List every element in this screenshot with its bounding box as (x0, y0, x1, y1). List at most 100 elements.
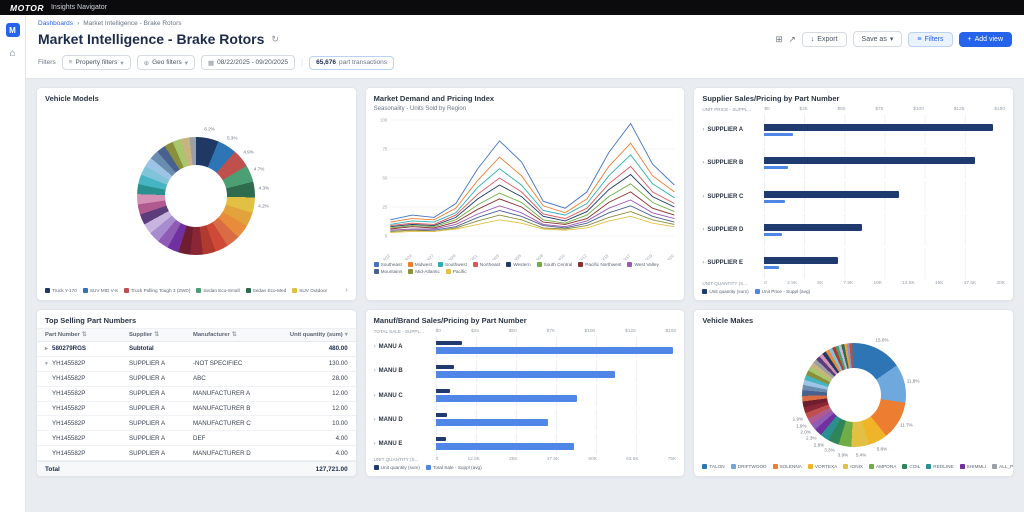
legend-item[interactable]: Truck Y-170 (45, 288, 77, 293)
export-button[interactable]: ↓ Export (801, 31, 847, 47)
legend-item[interactable]: REDLINE (926, 464, 954, 469)
vehicle-models-donut-area[interactable]: 6.2% 5.3% 4.9% 4.7% 4.3% 4.2% (37, 106, 356, 285)
bar-category-label[interactable]: › SUPPLIER B (702, 160, 764, 166)
geo-filters-dropdown[interactable]: ⊕ Geo filters ▾ (136, 55, 196, 70)
chevron-right-icon[interactable]: › (374, 344, 376, 350)
bar-quantity[interactable] (764, 223, 862, 231)
line-series-southeast[interactable] (389, 122, 675, 221)
chevron-right-icon[interactable]: › (374, 368, 376, 374)
bar-quantity[interactable] (435, 389, 450, 393)
bar-row[interactable]: › SUPPLIER E (694, 247, 1013, 280)
legend-item[interactable]: Unit quantity (sum) (373, 465, 420, 470)
bar-quantity[interactable] (764, 190, 900, 198)
bar-quantity[interactable] (435, 437, 446, 442)
table-row[interactable]: ▾ YH145582P SUPPLIER A -NOT SPECIFIEC 130.00 (37, 357, 356, 372)
bar-category-label[interactable]: › MANU C (374, 393, 436, 399)
bar-value[interactable] (435, 346, 674, 354)
legend-item[interactable]: SUV MID V-8 (82, 288, 118, 293)
legend-item[interactable]: ALL_P... (992, 464, 1013, 469)
legend-item[interactable]: Western (506, 262, 531, 267)
table-row[interactable]: ▸ 580279RGS Subtotal 480.00 (37, 342, 356, 357)
app-logo[interactable]: M (5, 23, 20, 37)
bar-quantity[interactable] (435, 340, 462, 345)
bar-value[interactable] (435, 395, 577, 402)
legend-item[interactable]: Pacific (445, 269, 467, 274)
market-demand-line-chart[interactable]: 0 25 50 75 100 08/22 08/24 08/27 08/29 09/01 09/03… (366, 114, 685, 260)
bar-category-label[interactable]: › SUPPLIER C (702, 194, 764, 200)
legend-item[interactable]: South Central (536, 262, 572, 267)
bar-row[interactable]: › MANU E (366, 432, 685, 456)
legend-item[interactable]: Pacific Northwest (578, 262, 621, 267)
legend-item[interactable]: TALON (702, 464, 725, 469)
legend-item[interactable]: Truck Pulling Tough 3 (2WD) (123, 288, 190, 293)
legend-item[interactable]: Southwest (437, 262, 467, 267)
table-row[interactable]: YH145582P SUPPLIER A MANUFACTURER B 12.00 (37, 402, 356, 417)
bar-category-label[interactable]: › SUPPLIER D (702, 227, 764, 233)
bar-row[interactable]: › MANU C (366, 383, 685, 407)
chevron-right-icon[interactable]: › (702, 227, 704, 233)
fullscreen-icon[interactable]: ↗ (789, 34, 796, 45)
bar-category-label[interactable]: › SUPPLIER A (702, 127, 764, 133)
refresh-icon[interactable]: ↻ (271, 34, 279, 45)
property-filters-dropdown[interactable]: ≡ Property filters ▾ (61, 55, 131, 70)
legend-item[interactable]: COIL (902, 464, 920, 469)
donut-chart[interactable]: 15.0% 11.8% 11.7% 5.8% 5.4% 3.9% 3.3% 2.8% 2.3% 2… (793, 338, 920, 458)
motor-logo[interactable]: MOTOR (10, 3, 44, 13)
legend-item[interactable]: IONIX (843, 464, 863, 469)
bar-row[interactable]: › MANU A (366, 335, 685, 359)
bar-quantity[interactable] (764, 257, 838, 265)
bar-value[interactable] (435, 419, 548, 427)
column-header[interactable]: Manufacturer ⇅ (185, 329, 277, 341)
bar-value[interactable] (435, 370, 616, 378)
legend-item[interactable]: SHIMMLI (959, 464, 986, 469)
chevron-right-icon[interactable]: › (702, 260, 704, 266)
legend-item[interactable]: SOLENNA (772, 464, 802, 469)
bar-quantity[interactable] (435, 413, 448, 418)
table-row[interactable]: YH145582P SUPPLIER A MANUFACTURER A 12.00 (37, 387, 356, 402)
legend-item[interactable]: Unit quantity (sum) (702, 289, 749, 294)
table-row[interactable]: YH145582P SUPPLIER A DEF 4.00 (37, 431, 356, 447)
bar-quantity[interactable] (764, 157, 975, 165)
bar-value[interactable] (764, 166, 789, 170)
bar-value[interactable] (435, 443, 574, 451)
table-row[interactable]: YH145582P SUPPLIER A ABC 28.00 (37, 372, 356, 387)
legend-item[interactable]: Midwest (407, 262, 432, 267)
table-row[interactable]: YH145582P SUPPLIER A MANUFACTURER D 4.00 (37, 446, 356, 461)
chevron-right-icon[interactable]: › (702, 194, 704, 200)
bar-category-label[interactable]: › MANU D (374, 417, 436, 423)
bar-row[interactable]: › SUPPLIER A (694, 113, 1013, 146)
legend-item[interactable]: Sedan Eco-Med (245, 288, 286, 293)
legend-item[interactable]: DRIFTWOOD (730, 464, 767, 469)
legend-item[interactable]: West Valley (627, 262, 659, 267)
line-series-midwest[interactable] (389, 142, 675, 223)
bar-category-label[interactable]: › MANU B (374, 368, 436, 374)
sort-icon[interactable]: ⇅ (82, 332, 87, 338)
donut-chart[interactable]: 6.2% 5.3% 4.9% 4.7% 4.3% 4.2% (137, 126, 269, 255)
column-header[interactable]: Unit quantity (sum) ▾ (277, 329, 356, 341)
column-header[interactable]: Part Number ⇅ (37, 329, 121, 341)
bar-category-label[interactable]: › SUPPLIER E (702, 260, 764, 266)
legend-item[interactable]: AMPORA (869, 464, 896, 469)
legend-item[interactable]: VORTEXA (807, 464, 837, 469)
bar-category-label[interactable]: › MANU A (374, 344, 436, 350)
bar-value[interactable] (764, 266, 779, 270)
chevron-right-icon[interactable]: › (702, 127, 704, 133)
bar-quantity[interactable] (435, 364, 454, 369)
bar-row[interactable]: › MANU D (366, 408, 685, 432)
date-range-picker[interactable]: ▦ 08/22/2025 - 09/20/2025 (201, 55, 296, 70)
legend-item[interactable]: Total Sale - Suppl (avg) (426, 465, 482, 470)
chevron-right-icon[interactable]: › (345, 287, 347, 294)
legend-item[interactable]: SUV Outdoor (292, 288, 327, 293)
bar-row[interactable]: › SUPPLIER C (694, 180, 1013, 213)
add-view-button[interactable]: + Add view (958, 31, 1012, 47)
line-series-southwest[interactable] (389, 154, 675, 225)
legend-item[interactable]: Unit Price - Suppl (avg) (754, 289, 810, 294)
bar-value[interactable] (764, 199, 786, 203)
sort-icon[interactable]: ⇅ (154, 332, 159, 338)
expander-icon[interactable]: ▾ (45, 361, 50, 367)
breadcrumb-dashboards-link[interactable]: Dashboards (38, 20, 73, 27)
bar-quantity[interactable] (764, 123, 993, 131)
home-icon[interactable]: ⌂ (9, 49, 15, 59)
column-header[interactable]: Supplier ⇅ (121, 329, 185, 341)
legend-item[interactable]: Sedan Eco-Small (196, 288, 240, 293)
